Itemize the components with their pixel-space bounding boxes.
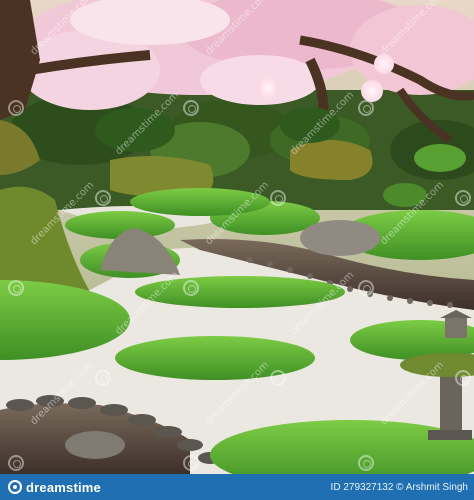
zen-garden-image [0,0,474,474]
stock-image-frame: dreamstime.com dreamstime.com dreamstime… [0,0,474,500]
image-footer: dreamstime ID 279327132 © Arshmit Singh [0,474,474,500]
dreamstime-logo-icon [8,480,22,494]
dreamstime-logo[interactable]: dreamstime [8,480,101,495]
image-credit: ID 279327132 © Arshmit Singh [330,481,468,493]
brand-name: dreamstime [26,479,101,495]
